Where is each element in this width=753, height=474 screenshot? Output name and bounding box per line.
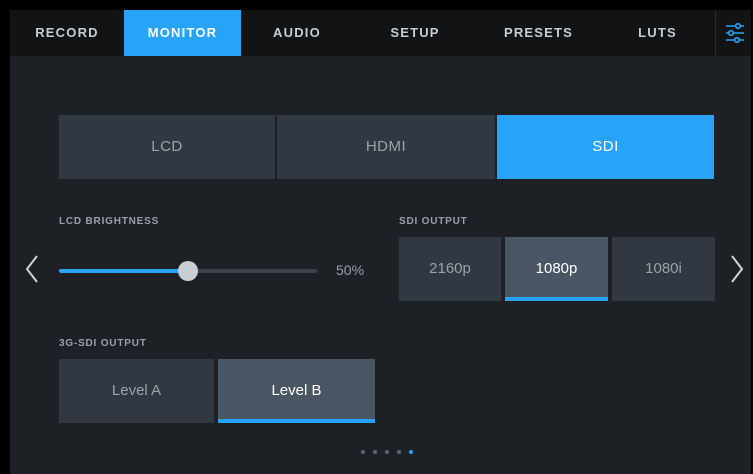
page-dot [361,450,365,454]
tab-audio[interactable]: AUDIO [241,10,353,56]
lcd-brightness-label: LCD BRIGHTNESS [59,216,160,227]
tab-bar: RECORD MONITOR AUDIO SETUP PRESETS LUTS [10,10,751,56]
sliders-icon[interactable] [715,10,751,56]
tab-presets[interactable]: PRESETS [477,10,600,56]
sdi-output-1080i[interactable]: 1080i [612,237,715,301]
tab-monitor[interactable]: MONITOR [124,10,241,56]
monitor-option-lcd[interactable]: LCD [59,115,275,179]
monitor-option-hdmi[interactable]: HDMI [277,115,495,179]
slider-thumb[interactable] [178,261,198,281]
page-dot [385,450,389,454]
3g-sdi-level-b-label: Level B [271,382,322,399]
tab-record[interactable]: RECORD [10,10,124,56]
page-dot [373,450,377,454]
chevron-right-icon[interactable] [729,254,745,289]
tab-setup[interactable]: SETUP [353,10,477,56]
lcd-brightness-slider[interactable] [59,261,317,281]
3g-sdi-level-a[interactable]: Level A [59,359,214,423]
lcd-brightness-value: 50% [336,262,365,278]
selected-indicator [505,297,608,301]
sdi-output-1080p-label: 1080p [535,260,578,277]
page-dot [397,450,401,454]
3g-sdi-level-b[interactable]: Level B [218,359,375,423]
slider-fill [59,269,188,273]
tab-luts[interactable]: LUTS [600,10,715,56]
sdi-output-1080p[interactable]: 1080p [505,237,608,301]
chevron-left-icon[interactable] [24,254,40,289]
3g-sdi-output-label: 3G-SDI OUTPUT [59,338,147,349]
page-dot [409,450,413,454]
sdi-output-label: SDI OUTPUT [399,216,468,227]
sdi-output-2160p[interactable]: 2160p [399,237,501,301]
monitor-settings-screen: RECORD MONITOR AUDIO SETUP PRESETS LUTS … [10,10,751,474]
monitor-option-sdi[interactable]: SDI [497,115,714,179]
selected-indicator [218,419,375,423]
